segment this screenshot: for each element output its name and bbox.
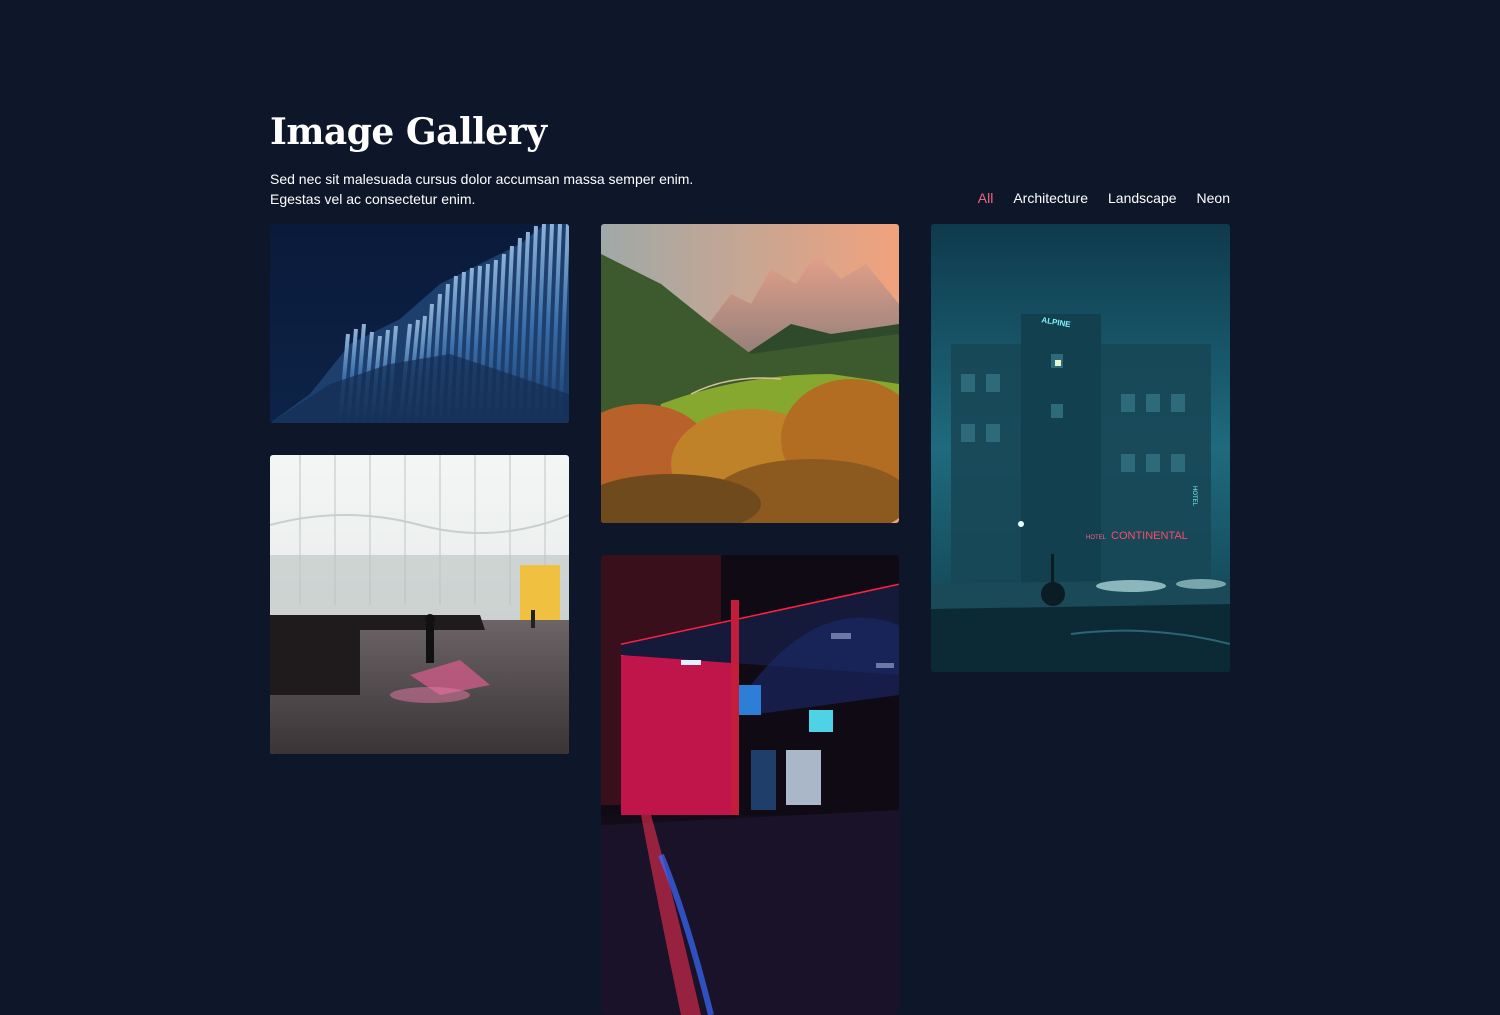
- landscape-mountains-image: [601, 224, 899, 523]
- filter-landscape[interactable]: Landscape: [1108, 189, 1177, 207]
- page-subtitle: Sed nec sit malesuada cursus dolor accum…: [270, 171, 694, 207]
- gallery-image-architecture-facade[interactable]: [270, 224, 569, 423]
- gallery-image-neon-gas-station[interactable]: [601, 555, 899, 1015]
- architecture-interior-image: [270, 455, 569, 754]
- sign-continental: CONTINENTAL: [1111, 530, 1188, 542]
- filter-all[interactable]: All: [978, 189, 994, 207]
- neon-gas-station-image: [601, 555, 899, 1015]
- filter-architecture[interactable]: Architecture: [1013, 189, 1088, 207]
- architecture-facade-image: [270, 224, 569, 423]
- sign-hotel-small: HOTEL: [1086, 535, 1107, 541]
- sign-hotel-vertical: HOTEL: [1191, 486, 1197, 507]
- gallery-image-neon-street[interactable]: ALPINE CONTINENTAL HOTEL HOTEL: [931, 224, 1230, 672]
- gallery-image-architecture-interior[interactable]: [270, 455, 569, 754]
- filter-neon[interactable]: Neon: [1197, 189, 1230, 207]
- neon-street-image: ALPINE CONTINENTAL HOTEL HOTEL: [931, 224, 1230, 672]
- filter-tabs: All Architecture Landscape Neon: [978, 189, 1230, 207]
- gallery-page: Image Gallery Sed nec sit malesuada curs…: [270, 0, 1230, 1015]
- gallery-image-landscape-mountains[interactable]: [601, 224, 899, 523]
- page-title: Image Gallery: [270, 111, 547, 153]
